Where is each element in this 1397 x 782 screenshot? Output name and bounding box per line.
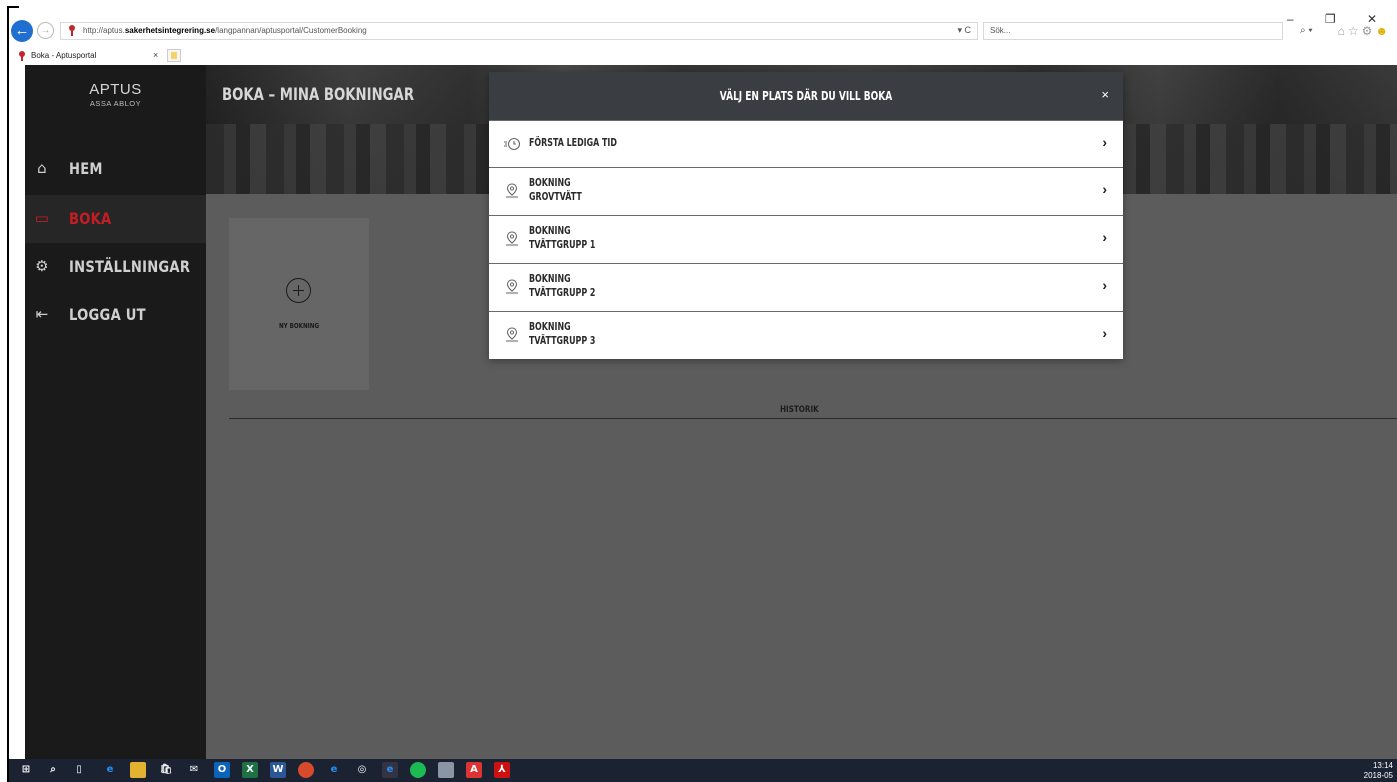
address-bar[interactable]: http://aptus.sakerhetsintegrering.se/lan…: [60, 22, 978, 40]
sidebar-item-label: INSTÄLLNINGAR: [69, 257, 191, 276]
new-tab-button[interactable]: [167, 49, 181, 62]
option-label: BOKNING TVÄTTGRUPP 1: [529, 224, 596, 251]
location-pin-icon: [506, 279, 518, 294]
chevron-right-icon: ›: [1102, 134, 1107, 150]
modal-title: VÄLJ EN PLATS DÄR DU VILL BOKA: [719, 89, 893, 103]
option-tvattgrupp-1[interactable]: BOKNING TVÄTTGRUPP 1 ›: [489, 215, 1123, 262]
option-grovtvatt[interactable]: BOKNING GROVTVÄTT ›: [489, 167, 1123, 214]
sidebar-item-boka[interactable]: ▭ BOKA: [25, 195, 206, 243]
settings-icon: ⚙: [1361, 24, 1376, 38]
clock-icon: [504, 137, 521, 151]
crop-edge: [7, 6, 9, 782]
gear-icon: ⚙: [35, 257, 49, 275]
option-label: BOKNING TVÄTTGRUPP 3: [529, 320, 596, 347]
favorites-icon: ☆: [1347, 24, 1362, 38]
store-icon[interactable]: 🛍: [158, 762, 174, 778]
history-heading: HISTORIK: [780, 405, 819, 415]
sidebar-item-logga-ut[interactable]: ⇤ LOGGA UT: [25, 291, 206, 339]
search-dropdown-icon[interactable]: ⌕ ▾: [1300, 25, 1313, 36]
chevron-right-icon: ›: [1102, 277, 1107, 293]
acrobat-icon[interactable]: A: [466, 762, 482, 778]
system-clock[interactable]: 13:14 2018-05: [1364, 761, 1393, 781]
location-pin-icon: [506, 327, 518, 342]
location-pin-icon: [506, 183, 518, 198]
mail-icon[interactable]: ✉: [186, 762, 202, 778]
search-icon[interactable]: ⌕: [45, 762, 61, 778]
modal-header: VÄLJ EN PLATS DÄR DU VILL BOKA ×: [489, 72, 1123, 120]
windows-start-icon[interactable]: ⊞: [18, 762, 34, 778]
search-input[interactable]: Sök...: [983, 22, 1283, 40]
home-icon: ⌂: [37, 159, 47, 177]
option-label: FÖRSTA LEDIGA TID: [529, 136, 617, 149]
location-pin-icon: [506, 231, 518, 246]
tab-close-icon[interactable]: ×: [153, 50, 158, 60]
screen: ← → http://aptus.sakerhetsintegrering.se…: [0, 0, 1397, 782]
sidebar-item-installningar[interactable]: ⚙ INSTÄLLNINGAR: [25, 243, 206, 291]
word-icon[interactable]: W: [270, 762, 286, 778]
file-explorer-icon[interactable]: [130, 762, 146, 778]
calendar-icon: ▭: [34, 209, 50, 227]
address-url: http://aptus.sakerhetsintegrering.se/lan…: [83, 26, 367, 35]
new-booking-card[interactable]: NY BOKNING: [229, 218, 369, 390]
option-forsta-lediga-tid[interactable]: FÖRSTA LEDIGA TID ›: [489, 120, 1123, 167]
forward-button[interactable]: →: [37, 22, 54, 39]
page-title: BOKA – MINA BOKNINGAR: [222, 85, 415, 105]
sidebar-item-hem[interactable]: ⌂ HEM: [25, 145, 206, 193]
windows-taskbar: ⊞ ⌕ ▯ e 🛍 ✉ O X W e ◎ e A ⅄ 13:14 2018-0…: [9, 759, 1397, 782]
booking-location-modal: VÄLJ EN PLATS DÄR DU VILL BOKA × FÖRSTA …: [489, 72, 1123, 359]
chrome-icon[interactable]: [298, 762, 314, 778]
edge-icon[interactable]: e: [102, 762, 118, 778]
tab-favicon-icon: [19, 51, 25, 61]
pdf-reader-icon[interactable]: ⅄: [494, 762, 510, 778]
sidebar-item-label: LOGGA UT: [69, 305, 146, 324]
app-target-icon[interactable]: ◎: [354, 762, 370, 778]
option-tvattgrupp-2[interactable]: BOKNING TVÄTTGRUPP 2 ›: [489, 263, 1123, 310]
plus-circle-icon: [286, 278, 311, 303]
chevron-right-icon: ›: [1102, 325, 1107, 341]
home-toolbar-icon: ⌂: [1337, 24, 1348, 38]
toolbar-icons[interactable]: ⌂☆⚙☻: [1338, 24, 1391, 38]
sidebar-item-label: BOKA: [69, 209, 112, 228]
spotify-icon[interactable]: [410, 762, 426, 778]
back-button[interactable]: ←: [11, 20, 33, 42]
option-tvattgrupp-3[interactable]: BOKNING TVÄTTGRUPP 3 ›: [489, 311, 1123, 358]
new-booking-label: NY BOKNING: [278, 322, 320, 330]
refresh-icon[interactable]: ▾ C: [957, 25, 971, 36]
option-label: BOKNING GROVTVÄTT: [529, 176, 582, 203]
history-divider: [229, 418, 1397, 419]
internet-explorer-active-icon[interactable]: e: [382, 762, 398, 778]
chevron-right-icon: ›: [1102, 229, 1107, 245]
smiley-icon: ☻: [1375, 24, 1391, 38]
browser-tab[interactable]: Boka - Aptusportal ×: [9, 48, 189, 64]
aptus-logo[interactable]: APTUS ASSA ABLOY: [25, 81, 206, 108]
task-view-icon[interactable]: ▯: [71, 762, 87, 778]
site-pin-icon: [69, 25, 75, 36]
option-label: BOKNING TVÄTTGRUPP 2: [529, 272, 596, 299]
chevron-right-icon: ›: [1102, 181, 1107, 197]
excel-icon[interactable]: X: [242, 762, 258, 778]
internet-explorer-icon[interactable]: e: [326, 762, 342, 778]
outlook-icon[interactable]: O: [214, 762, 230, 778]
snipping-tool-icon[interactable]: [438, 762, 454, 778]
close-icon[interactable]: ×: [1101, 87, 1109, 102]
tab-title: Boka - Aptusportal: [31, 51, 97, 60]
logout-icon: ⇤: [35, 305, 49, 323]
sidebar-item-label: HEM: [69, 159, 103, 178]
sidebar: APTUS ASSA ABLOY ⌂ HEM ▭ BOKA ⚙ INSTÄLLN…: [25, 65, 206, 759]
